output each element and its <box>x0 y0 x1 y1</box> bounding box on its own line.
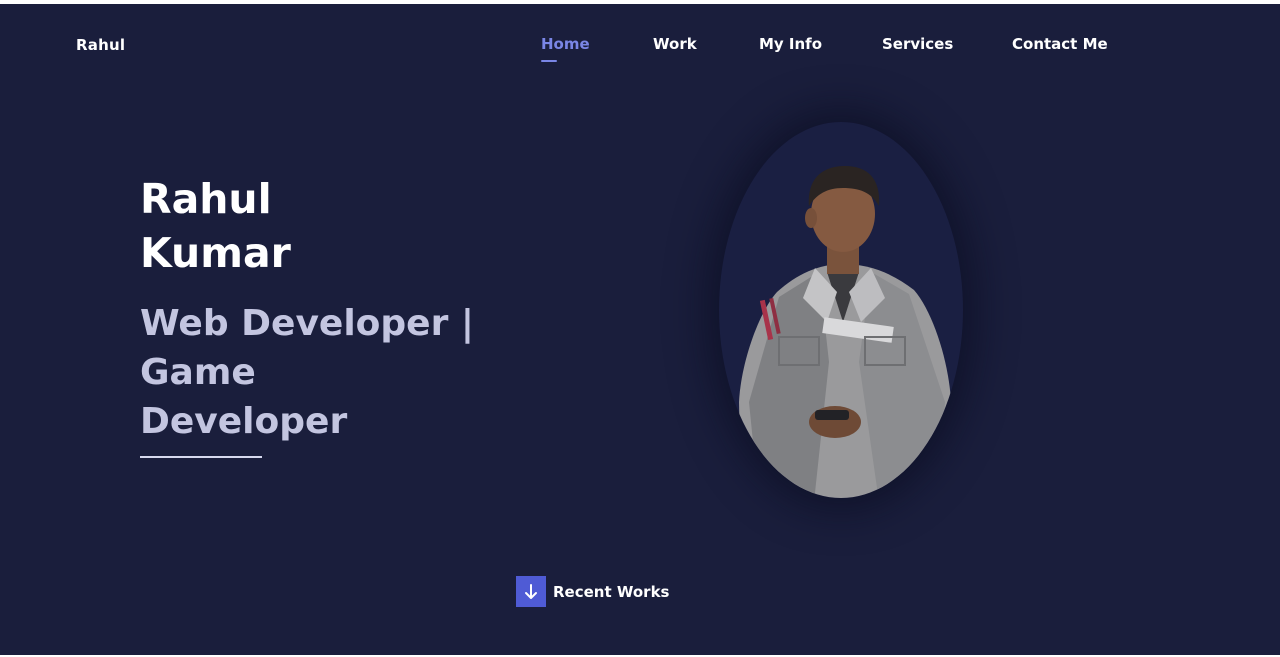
hero-divider <box>140 456 262 458</box>
arrow-down-icon <box>516 576 546 607</box>
hero-first-name: Rahul <box>140 175 272 223</box>
hero-role-line-1: Web Developer | <box>140 303 475 344</box>
nav-active-indicator <box>541 60 557 62</box>
nav-services[interactable]: Services <box>882 35 953 53</box>
hero-role: Web Developer | Game Developer <box>140 299 474 446</box>
nav-home[interactable]: Home <box>541 35 590 53</box>
recent-works-button[interactable]: Recent Works <box>516 576 669 607</box>
hero-name: Rahul Kumar <box>140 172 291 280</box>
main-nav: Home Work My Info Services Contact Me <box>0 35 1280 62</box>
nav-work[interactable]: Work <box>653 35 697 53</box>
profile-photo-frame <box>719 122 963 498</box>
hero-last-name: Kumar <box>140 229 291 277</box>
nav-contact-me[interactable]: Contact Me <box>1012 35 1108 53</box>
profile-photo <box>739 166 951 498</box>
hero-role-line-2: Game <box>140 352 256 393</box>
nav-my-info[interactable]: My Info <box>759 35 822 53</box>
recent-works-label: Recent Works <box>553 582 670 601</box>
hero-role-line-3: Developer <box>140 401 348 442</box>
page: Rahul Home Work My Info Services Contact… <box>0 4 1280 655</box>
